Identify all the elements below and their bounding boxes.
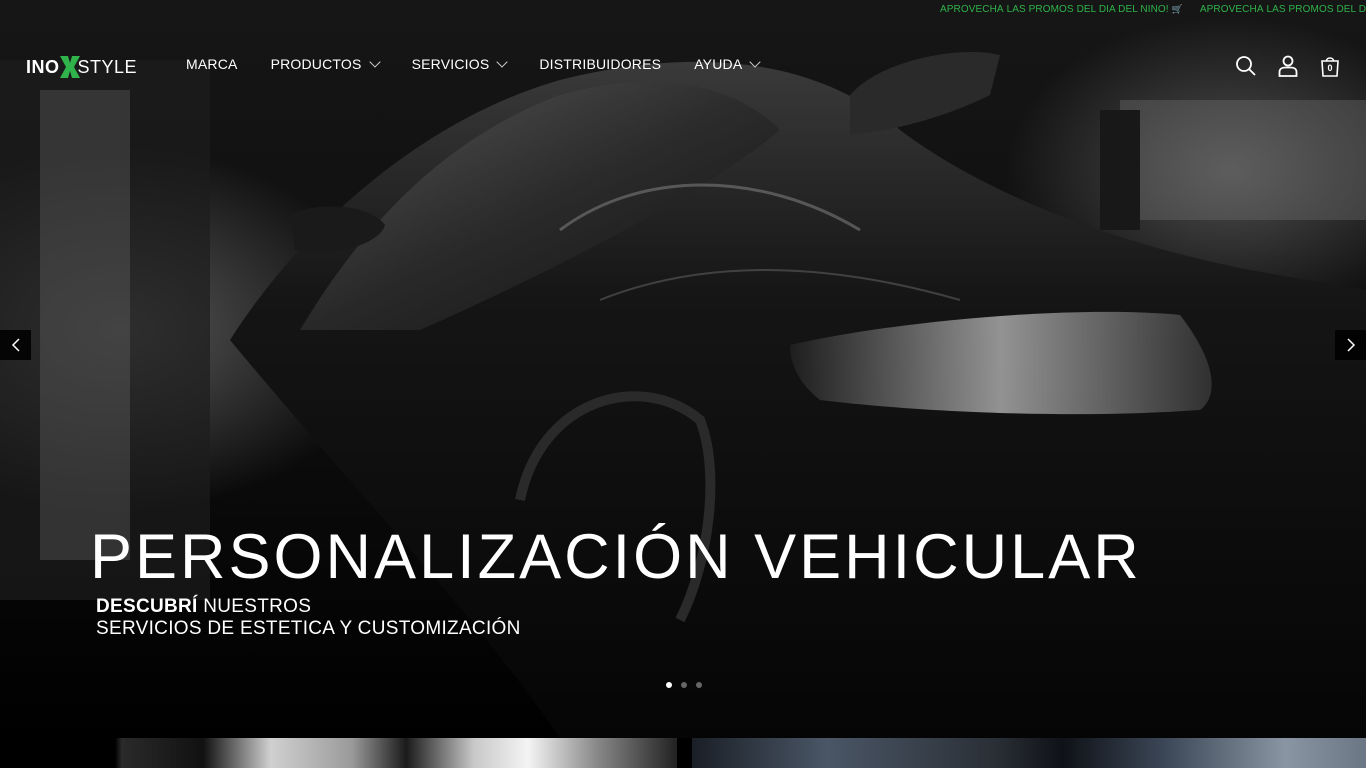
hero-subtitle: DESCUBRÍ NUESTROS SERVICIOS DE ESTETICA … <box>96 596 521 640</box>
shopping-cart-icon: 🛒 <box>1171 4 1183 14</box>
category-tile-moto[interactable] <box>0 738 677 768</box>
nav-item-label: AYUDA <box>694 56 743 72</box>
chevron-down-icon <box>496 56 509 68</box>
nav-item-label: SERVICIOS <box>411 56 490 72</box>
hero-subtitle-line2: SERVICIOS DE ESTETICA Y CUSTOMIZACIÓN <box>96 618 521 639</box>
brand-logo[interactable]: INO STYLE <box>26 52 137 82</box>
nav-item-distribuidores[interactable]: DISTRIBUIDORES <box>539 56 661 72</box>
slider-prev-button[interactable] <box>0 330 31 360</box>
cart-button[interactable]: 0 <box>1318 54 1342 78</box>
hero-subtitle-bold: DESCUBRÍ <box>96 596 198 617</box>
hero-title: PERSONALIZACIÓN VEHICULAR <box>90 522 1142 592</box>
slider-dot[interactable] <box>696 682 702 688</box>
slider-pagination <box>666 682 702 688</box>
promo-ticker[interactable]: APROVECHÁ LAS PROMOS DEL DIA DEL NIÑO! 🛒 … <box>926 4 1366 20</box>
nav-item-marca[interactable]: MARCA <box>186 56 238 72</box>
promo-message[interactable]: APROVECHÁ LAS PROMOS DEL DIA DEL NIÑO! <box>940 4 1169 15</box>
nav-item-productos[interactable]: PRODUCTOS <box>270 56 381 72</box>
nav-item-label: MARCA <box>186 56 238 72</box>
search-icon[interactable] <box>1234 54 1258 78</box>
slider-next-button[interactable] <box>1335 330 1366 360</box>
logo-text-right: STYLE <box>77 56 138 77</box>
header-actions: 0 <box>1234 54 1342 78</box>
logo-text-left: INO <box>26 56 60 77</box>
chevron-down-icon <box>368 56 381 68</box>
chevron-down-icon <box>749 56 762 68</box>
nav-item-label: PRODUCTOS <box>270 56 362 72</box>
hero-subtitle-rest: NUESTROS <box>197 596 312 617</box>
logo-x-icon <box>59 56 80 78</box>
nav-item-ayuda[interactable]: AYUDA <box>694 56 762 72</box>
category-tile-car[interactable] <box>692 738 1366 768</box>
cart-count: 0 <box>1327 63 1333 73</box>
slider-dot[interactable] <box>666 682 672 688</box>
user-icon[interactable] <box>1276 54 1300 78</box>
promo-message[interactable]: APROVECHÁ LAS PROMOS DEL DI <box>1200 4 1366 15</box>
main-nav: MARCA PRODUCTOS SERVICIOS DISTRIBUIDORES… <box>186 56 792 72</box>
nav-item-label: DISTRIBUIDORES <box>539 56 662 72</box>
chevron-right-icon <box>1346 338 1355 352</box>
chevron-left-icon <box>11 338 20 352</box>
slider-dot[interactable] <box>681 682 687 688</box>
nav-item-servicios[interactable]: SERVICIOS <box>411 56 509 72</box>
